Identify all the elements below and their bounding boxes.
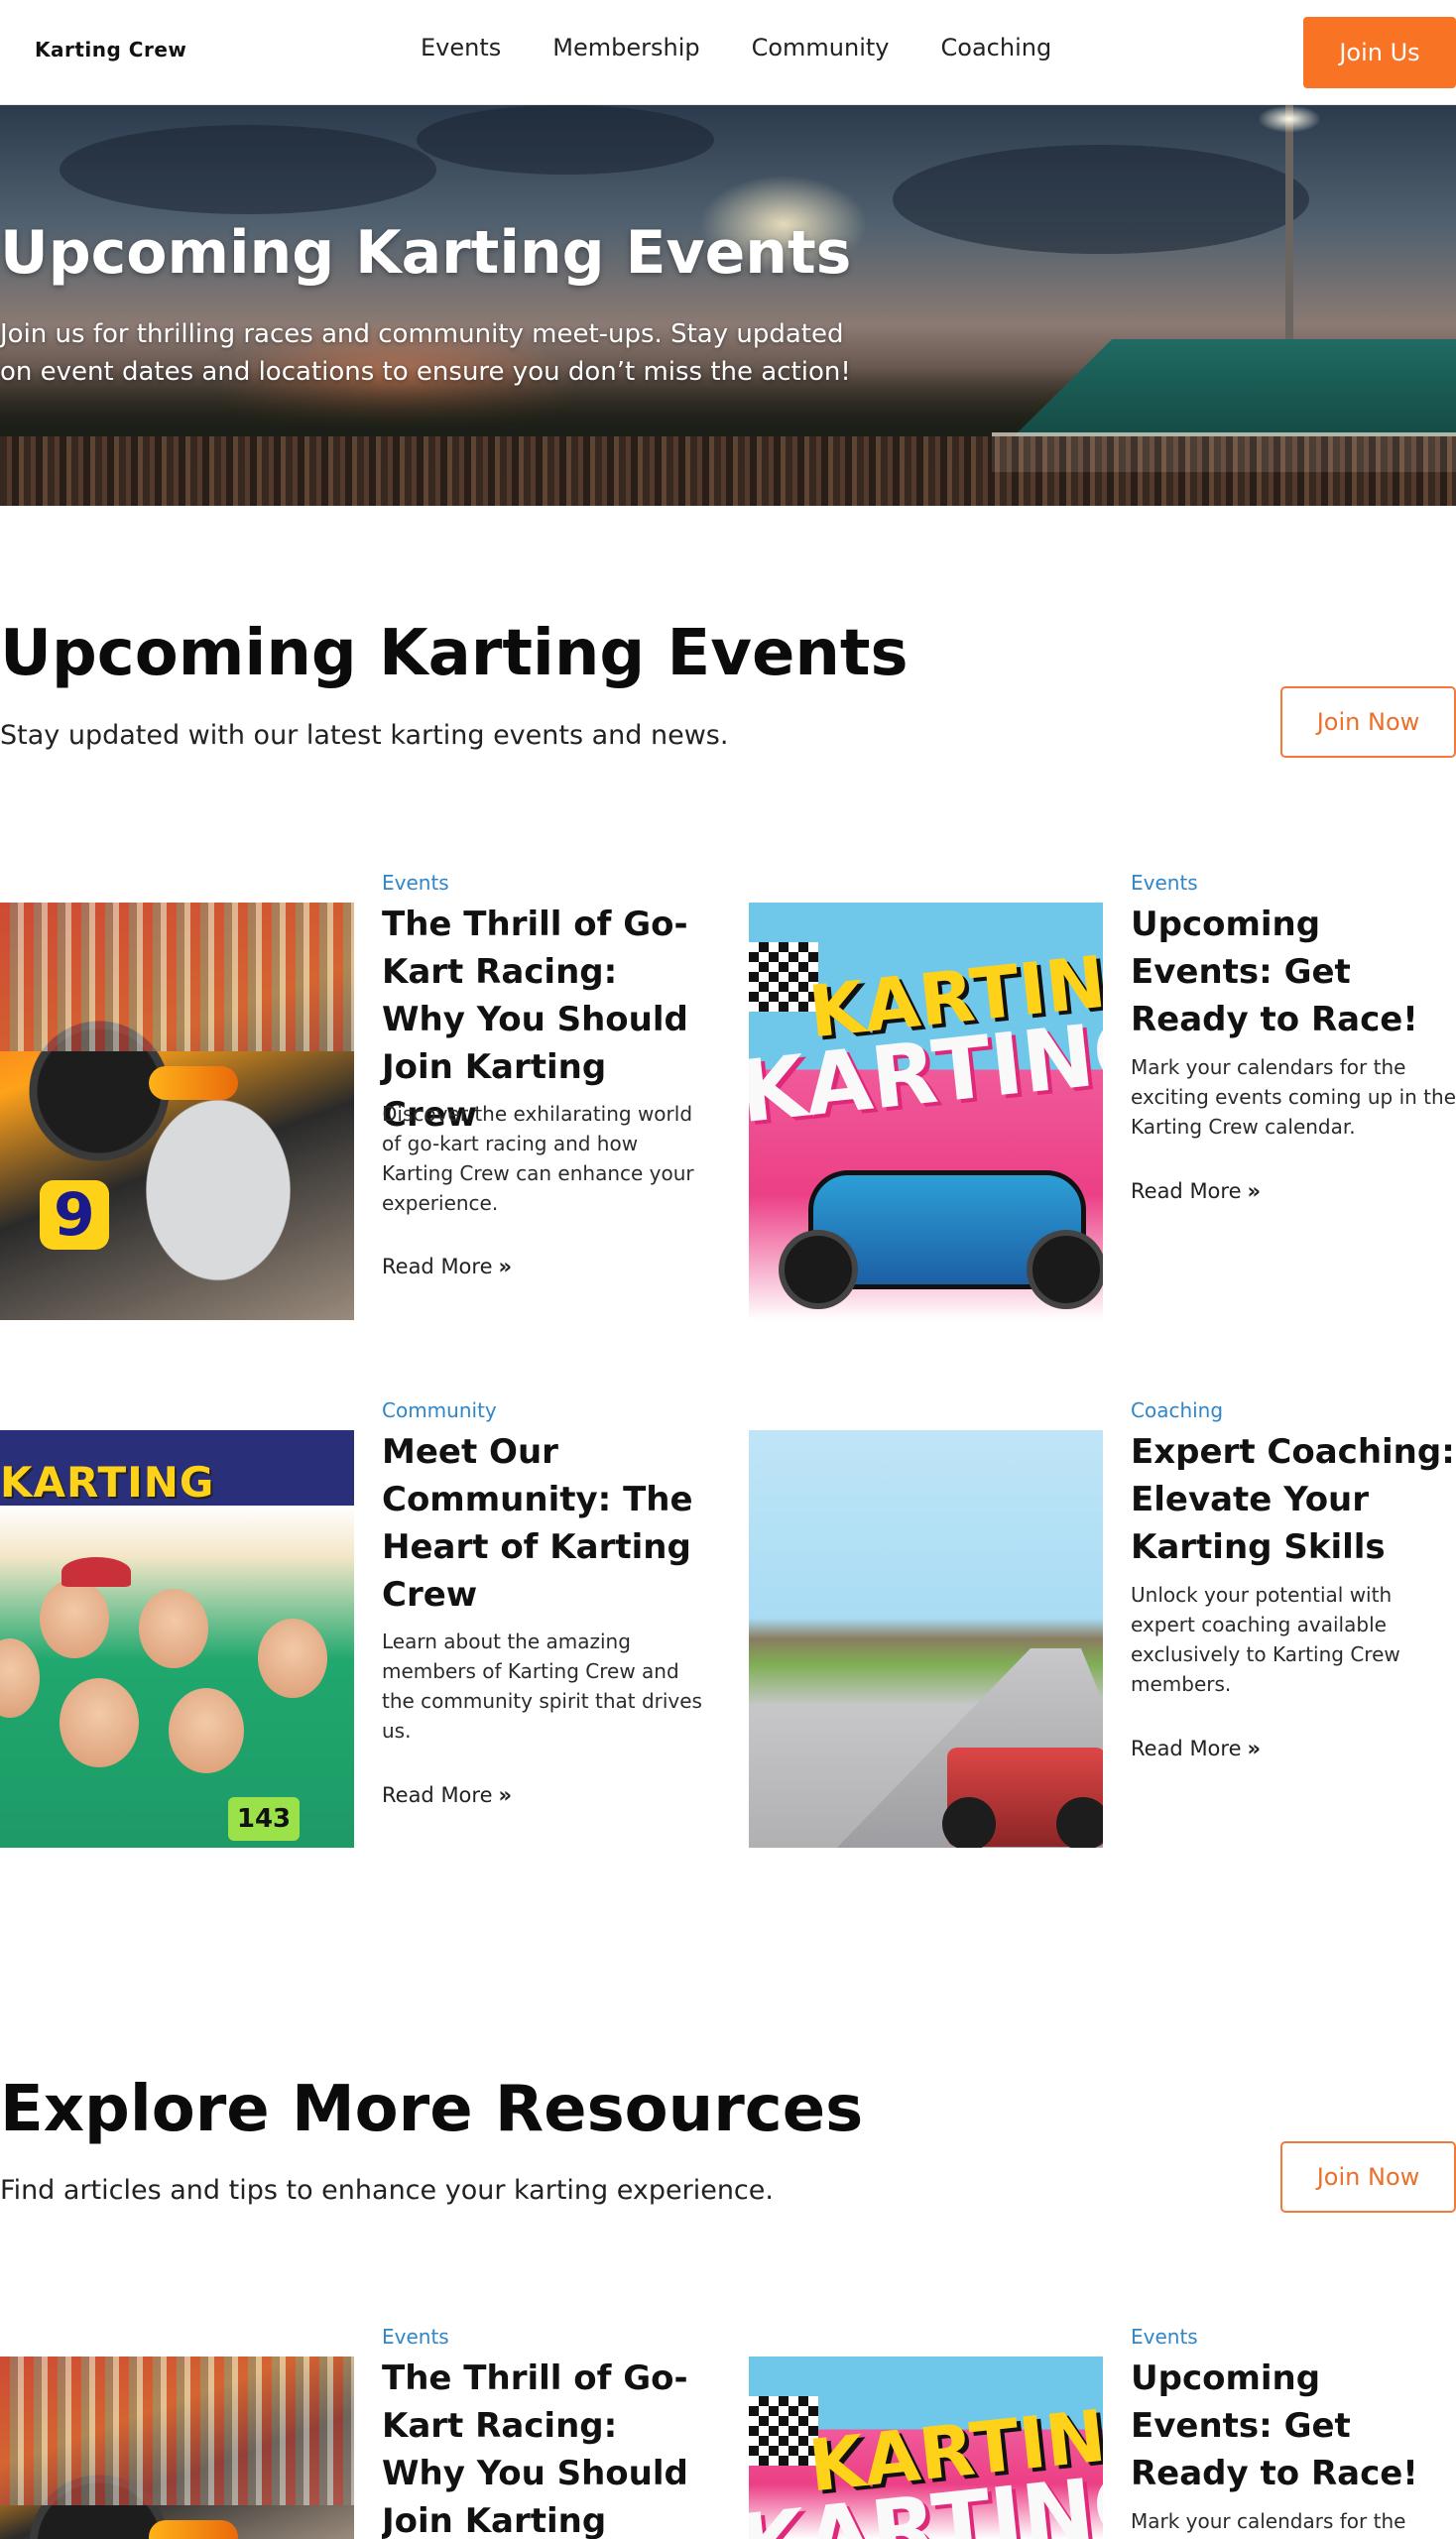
grandstand xyxy=(0,903,354,1051)
kart-wheel xyxy=(779,1230,858,1309)
kart-wheel xyxy=(1027,1230,1103,1309)
hero-cloud xyxy=(893,145,1309,254)
person-face xyxy=(169,1688,244,1773)
pit-tent xyxy=(1012,339,1456,438)
double-chevron-right-icon: » xyxy=(498,1255,513,1278)
card-title[interactable]: The Thrill of Go-Kart Racing: Why You Sh… xyxy=(382,2355,709,2539)
join-now-button[interactable]: Join Now xyxy=(1280,686,1456,758)
resources-section-subtitle: Find articles and tips to enhance your k… xyxy=(0,2175,774,2206)
nav-link-events[interactable]: Events xyxy=(421,34,501,61)
read-more-label: Read More xyxy=(382,1255,493,1278)
card-image-kart-on-track[interactable] xyxy=(749,1430,1103,1848)
hero-banner: Upcoming Karting Events Join us for thri… xyxy=(0,105,1456,506)
read-more-label: Read More xyxy=(382,1783,493,1807)
events-section-title: Upcoming Karting Events xyxy=(0,617,909,690)
join-now-button[interactable]: Join Now xyxy=(1280,2141,1456,2213)
card-image-community-group[interactable]: KARTING 143 xyxy=(0,1430,354,1848)
person-cap xyxy=(61,1557,131,1587)
top-navbar: Karting Crew Events Membership Community… xyxy=(0,0,1456,105)
stadium-lamp xyxy=(1258,105,1321,133)
nav-link-membership[interactable]: Membership xyxy=(552,34,699,61)
card-image-karting-pop-art[interactable]: KARTING KARTING xyxy=(749,2357,1103,2539)
card-description: Mark your calendars for the exciting eve… xyxy=(1131,1055,1456,1139)
helmet-visor xyxy=(149,2520,238,2539)
hero-title: Upcoming Karting Events xyxy=(0,218,852,288)
kart-wheel xyxy=(942,1797,996,1848)
read-more-link[interactable]: Read More» xyxy=(1131,1179,1261,1203)
grandstand xyxy=(0,2357,354,2505)
read-more-link[interactable]: Read More» xyxy=(1131,1737,1261,1760)
read-more-link[interactable]: Read More» xyxy=(382,1255,512,1278)
site-logo[interactable]: Karting Crew xyxy=(35,38,186,61)
helmet-visor xyxy=(149,1066,238,1100)
kart-number: 9 xyxy=(40,1180,109,1250)
card-title[interactable]: Expert Coaching: Elevate Your Karting Sk… xyxy=(1131,1428,1456,1571)
hero-cloud xyxy=(60,125,436,214)
card-description: Learn about the amazing members of Karti… xyxy=(382,1630,702,1743)
card-title[interactable]: Meet Our Community: The Heart of Karting… xyxy=(382,1428,709,1619)
double-chevron-right-icon: » xyxy=(1247,1737,1262,1760)
person-face xyxy=(40,1579,109,1658)
card-title[interactable]: Upcoming Events: Get Ready to Race! xyxy=(1131,2355,1456,2497)
card-category[interactable]: Events xyxy=(1131,871,1198,895)
card-description: Mark your calendars for the xyxy=(1131,2509,1406,2533)
nav-link-coaching[interactable]: Coaching xyxy=(941,34,1052,61)
crowd xyxy=(0,436,1456,506)
double-chevron-right-icon: » xyxy=(1247,1179,1262,1203)
nav-link-community[interactable]: Community xyxy=(752,34,890,61)
karting-banner: KARTING xyxy=(0,1458,215,1507)
card-category[interactable]: Coaching xyxy=(1131,1398,1223,1422)
card-description: Unlock your potential with expert coachi… xyxy=(1131,1583,1400,1696)
person-face xyxy=(60,1678,139,1767)
card-category[interactable]: Community xyxy=(382,1398,497,1422)
person-face xyxy=(139,1589,208,1668)
card-image-kart-racer[interactable] xyxy=(0,2357,354,2539)
main-nav: Events Membership Community Coaching xyxy=(421,34,1051,61)
card-image-kart-racer[interactable]: 9 xyxy=(0,903,354,1320)
person-face xyxy=(0,1638,40,1718)
join-us-button[interactable]: Join Us xyxy=(1303,17,1456,88)
card-image-karting-pop-art[interactable]: KARTING KARTING xyxy=(749,903,1103,1320)
hero-subtitle: Join us for thrilling races and communit… xyxy=(0,319,851,387)
events-section-subtitle: Stay updated with our latest karting eve… xyxy=(0,720,729,751)
hero-cloud xyxy=(417,105,714,175)
card-category[interactable]: Events xyxy=(382,2325,449,2349)
card-category[interactable]: Events xyxy=(382,871,449,895)
read-more-label: Read More xyxy=(1131,1737,1242,1760)
kart-wheel xyxy=(1056,1797,1103,1848)
read-more-link[interactable]: Read More» xyxy=(382,1783,512,1807)
kart-number-plate: 143 xyxy=(228,1797,300,1841)
double-chevron-right-icon: » xyxy=(498,1783,513,1807)
card-category[interactable]: Events xyxy=(1131,2325,1198,2349)
card-description: Discover the exhilarating world of go-ka… xyxy=(382,1102,694,1215)
resources-section-title: Explore More Resources xyxy=(0,2073,864,2146)
person-face xyxy=(258,1619,327,1698)
read-more-label: Read More xyxy=(1131,1179,1242,1203)
card-title[interactable]: Upcoming Events: Get Ready to Race! xyxy=(1131,901,1456,1043)
